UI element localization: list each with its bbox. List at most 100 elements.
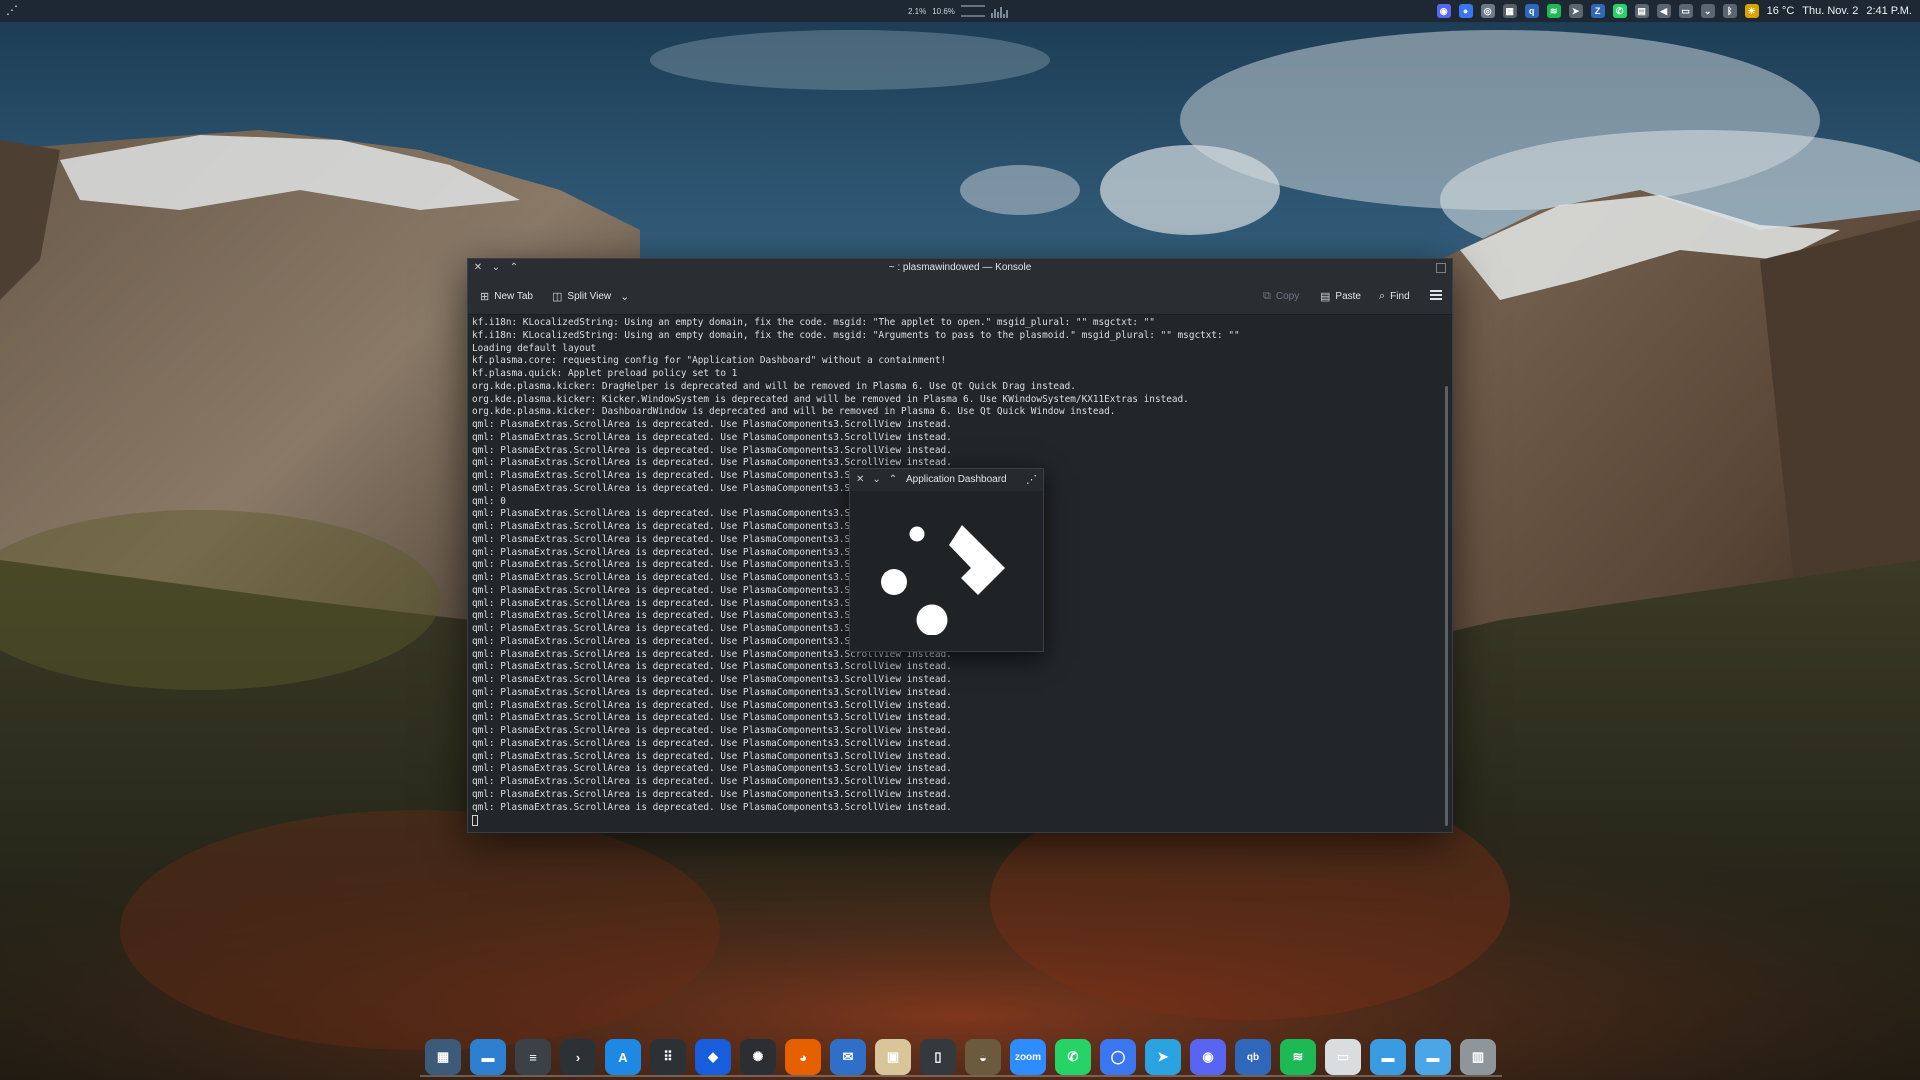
- volume-tray-icon[interactable]: ◀: [1656, 4, 1671, 18]
- terminal-line: qml: PlasmaExtras.ScrollArea is deprecat…: [472, 801, 952, 813]
- split-view-label: Split View: [567, 290, 612, 302]
- terminal-line: Loading default layout: [472, 342, 597, 354]
- kde-launcher-icon[interactable]: ⋰: [5, 3, 19, 17]
- copy-button[interactable]: ⧉ Copy: [1263, 287, 1299, 305]
- split-view-icon: ◫: [552, 290, 563, 303]
- paste-icon: ▤: [1320, 290, 1331, 303]
- clipboard-tray-icon[interactable]: ▤: [1634, 4, 1649, 18]
- system-monitor-widget[interactable]: 2.1% 10.6%: [908, 3, 1008, 19]
- app-store-dock-icon[interactable]: A: [605, 1039, 641, 1075]
- minimize-icon[interactable]: ⌄: [872, 469, 880, 491]
- spotify-dock-icon[interactable]: ≋: [1280, 1039, 1316, 1075]
- system-settings-dock-icon[interactable]: ≡: [515, 1039, 551, 1075]
- terminal-line: qml: PlasmaExtras.ScrollArea is deprecat…: [472, 788, 952, 800]
- new-tab-label: New Tab: [494, 290, 533, 302]
- gimp-dock-icon[interactable]: ◒: [965, 1039, 1001, 1075]
- whatsapp-dock-icon[interactable]: ✆: [1055, 1039, 1091, 1075]
- find-button[interactable]: ⌕ Find: [1379, 287, 1410, 305]
- display-tray-icon[interactable]: ▭: [1678, 4, 1693, 18]
- window-title: ~ : plasmawindowed — Konsole: [888, 262, 1032, 273]
- clock-text[interactable]: 2:41 P.M.: [1866, 5, 1912, 17]
- overview-dock-icon[interactable]: ▦: [425, 1039, 461, 1075]
- home-folder-dock-icon[interactable]: ▬: [1415, 1039, 1451, 1075]
- terminal-line: kf.plasma.quick: Applet preload policy s…: [472, 368, 738, 379]
- qbittorrent-tray-icon[interactable]: q: [1524, 4, 1539, 18]
- terminal-line: qml: PlasmaExtras.ScrollArea is deprecat…: [472, 763, 952, 775]
- dashboard-titlebar[interactable]: ✕ ⌄ ⌃ Application Dashboard ⋰: [850, 469, 1043, 491]
- cpu-bars-graph: [990, 4, 1008, 18]
- network-graph: [960, 5, 985, 17]
- application-dashboard-window[interactable]: ✕ ⌄ ⌃ Application Dashboard ⋰: [849, 468, 1044, 652]
- copy-icon: ⧉: [1263, 289, 1271, 302]
- terminal-line: qml: PlasmaExtras.ScrollArea is deprecat…: [472, 750, 952, 762]
- date-text[interactable]: Thu. Nov. 2: [1802, 5, 1858, 17]
- bitwarden-dock-icon[interactable]: ◆: [695, 1039, 731, 1075]
- terminal-line: qml: PlasmaExtras.ScrollArea is deprecat…: [472, 699, 952, 711]
- files-dock-icon[interactable]: ▬: [470, 1039, 506, 1075]
- close-icon[interactable]: ✕: [856, 469, 864, 491]
- terminal-line: org.kde.plasma.kicker: Kicker.WindowSyst…: [472, 393, 1189, 405]
- chatgpt-dock-icon[interactable]: ✺: [740, 1039, 776, 1075]
- whatsapp-tray-icon[interactable]: ✆: [1612, 4, 1627, 18]
- terminal-cursor: [472, 815, 478, 827]
- zulip-tray-icon[interactable]: Z: [1590, 4, 1605, 18]
- find-label: Find: [1390, 290, 1410, 302]
- new-tab-icon: ⊞: [480, 290, 490, 303]
- system-tray: ◉ ● ◎ ▦ q ≋ ➤ Z ✆ ▤ ◀ ▭ ⌄ ᛒ ☀ 16 °C Thu.…: [1436, 0, 1912, 22]
- paste-label: Paste: [1335, 290, 1361, 302]
- cpu-usage-text: 2.1%: [908, 6, 927, 16]
- paste-button[interactable]: ▤ Paste: [1320, 287, 1361, 305]
- chatgpt-tray-icon[interactable]: ◎: [1480, 4, 1495, 18]
- zoom-dock-icon[interactable]: zoom: [1010, 1039, 1046, 1075]
- terminal-line: kf.plasma.core: requesting config for "A…: [472, 355, 947, 367]
- temperature-text[interactable]: 16 °C: [1767, 5, 1795, 17]
- blank-window-dock-icon[interactable]: ▭: [1325, 1039, 1361, 1075]
- terminal-line: kf.i18n: KLocalizedString: Using an empt…: [472, 317, 1155, 328]
- thunderbird-dock-icon[interactable]: ✉: [830, 1039, 866, 1075]
- terminal-line: qml: PlasmaExtras.ScrollArea is deprecat…: [472, 431, 952, 443]
- terminal-line: qml: PlasmaExtras.ScrollArea is deprecat…: [472, 725, 952, 736]
- expand-tray-icon[interactable]: ⌄: [1700, 4, 1715, 18]
- terminal-line: qml: PlasmaExtras.ScrollArea is deprecat…: [472, 686, 952, 698]
- terminal-line: qml: PlasmaExtras.ScrollArea is deprecat…: [472, 444, 952, 456]
- dock: ▦ ▬ ≡ › A ⠿ ◆ ✺ ◕ ✉ ▣ ▯ ◒ zoom ✆ ◯ ➤ ◉ qb ≋ ▭ ▬ ▬ ▥: [420, 1034, 1502, 1080]
- memory-usage-text: 10.6%: [932, 6, 955, 16]
- calculator-tray-icon[interactable]: ▦: [1502, 4, 1517, 18]
- telegram-tray-icon[interactable]: ➤: [1568, 4, 1583, 18]
- trash-dock-icon[interactable]: ▥: [1460, 1039, 1496, 1075]
- dashboard-app-icon: ⋰: [1026, 474, 1037, 486]
- terminal-scrollbar[interactable]: [1441, 316, 1449, 828]
- spotify-tray-icon[interactable]: ≋: [1546, 4, 1561, 18]
- bluetooth-tray-icon[interactable]: ᛒ: [1722, 4, 1737, 18]
- terminal-line: qml: PlasmaExtras.ScrollArea is deprecat…: [472, 737, 952, 749]
- telegram-dock-icon[interactable]: ➤: [1145, 1039, 1181, 1075]
- terminal-line: org.kde.plasma.kicker: DashboardWindow i…: [472, 406, 1116, 418]
- qbittorrent-dock-icon[interactable]: qb: [1235, 1039, 1271, 1075]
- search-icon: ⌕: [1379, 289, 1386, 302]
- app-grid-dock-icon[interactable]: ⠿: [650, 1039, 686, 1075]
- terminal-line: qml: PlasmaExtras.ScrollArea is deprecat…: [472, 712, 952, 724]
- copy-label: Copy: [1275, 290, 1300, 302]
- terminal-line: qml: PlasmaExtras.ScrollArea is deprecat…: [472, 661, 952, 673]
- split-view-button[interactable]: ◫ Split View ⌄: [552, 287, 629, 305]
- notes-dock-icon[interactable]: ▯: [920, 1039, 956, 1075]
- signal-dock-icon[interactable]: ◯: [1100, 1039, 1136, 1075]
- keep-above-icon[interactable]: [1436, 263, 1446, 273]
- discord-dock-icon[interactable]: ◉: [1190, 1039, 1226, 1075]
- maximize-icon[interactable]: ⌃: [889, 469, 897, 491]
- terminal-line: qml: PlasmaExtras.ScrollArea is deprecat…: [472, 674, 952, 685]
- new-tab-button[interactable]: ⊞ New Tab: [480, 287, 533, 305]
- weather-tray-icon[interactable]: ☀: [1744, 4, 1759, 18]
- terminal-line: kf.i18n: KLocalizedString: Using an empt…: [472, 329, 1240, 341]
- signal-tray-icon[interactable]: ●: [1458, 4, 1473, 18]
- gallery-dock-icon[interactable]: ▣: [875, 1039, 911, 1075]
- terminal-dock-icon[interactable]: ›: [560, 1039, 596, 1075]
- hamburger-menu-icon[interactable]: [1430, 290, 1442, 300]
- folder-dock-icon[interactable]: ▬: [1370, 1039, 1406, 1075]
- terminal-prompt-line: [472, 814, 1438, 827]
- discord-tray-icon[interactable]: ◉: [1436, 4, 1451, 18]
- scrollbar-thumb[interactable]: [1445, 386, 1448, 826]
- konsole-titlebar[interactable]: ✕ ⌄ ⌃ ~ : plasmawindowed — Konsole: [468, 259, 1452, 277]
- firefox-dock-icon[interactable]: ◕: [785, 1039, 821, 1075]
- chevron-down-icon: ⌄: [620, 290, 630, 303]
